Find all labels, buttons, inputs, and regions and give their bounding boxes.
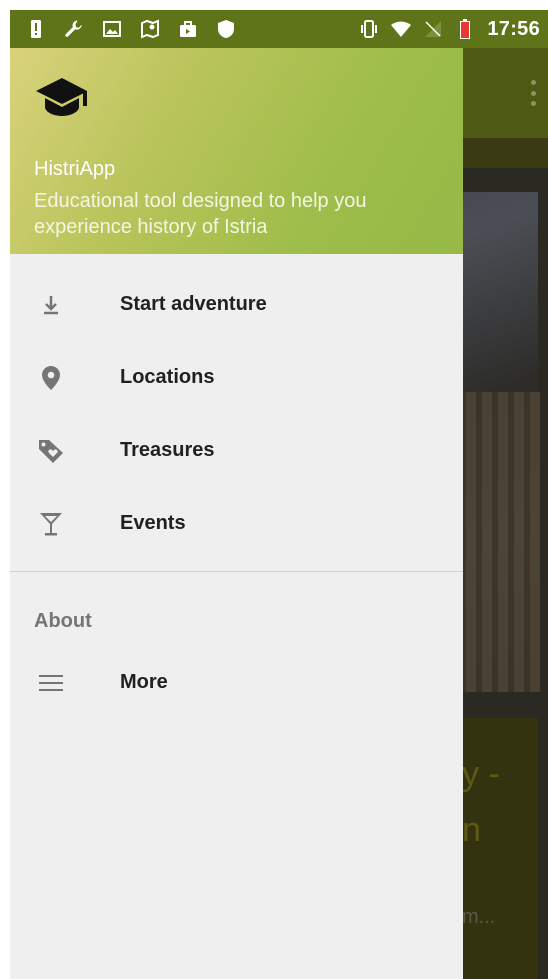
image-icon <box>102 19 122 39</box>
battery-low-icon <box>455 19 475 39</box>
briefcase-icon <box>178 19 198 39</box>
shield-icon <box>216 19 236 39</box>
app-description: Educational tool designed to help you ex… <box>34 190 367 238</box>
tag-heart-icon <box>36 436 66 466</box>
nav-item-locations[interactable]: Locations <box>10 341 463 414</box>
vibrate-icon <box>359 19 379 39</box>
menu-lines-icon <box>36 668 66 698</box>
nav-item-label: Locations <box>120 366 215 388</box>
alert-icon <box>26 19 46 39</box>
status-time: 17:56 <box>487 17 540 40</box>
nav-item-label: Treasures <box>120 439 215 461</box>
nav-item-events[interactable]: Events <box>10 487 463 560</box>
navigation-drawer: HistriApp Educational tool designed to h… <box>10 48 463 979</box>
graduation-cap-icon <box>34 76 90 120</box>
wifi-icon <box>391 19 412 39</box>
status-icons-right: 17:56 <box>359 10 548 48</box>
background-card-subtitle: m... <box>462 906 496 928</box>
section-title-about: About <box>34 610 92 632</box>
nav-item-label: Events <box>120 512 186 534</box>
cocktail-glass-icon <box>36 509 66 539</box>
wrench-icon <box>64 19 84 39</box>
nav-item-label: More <box>120 671 168 693</box>
nav-item-treasures[interactable]: Treasures <box>10 414 463 487</box>
screen: y - n m... 17:56 HistriApp Educational t… <box>10 10 548 979</box>
nav-item-more[interactable]: More <box>10 646 463 719</box>
background-card-title: y - n <box>462 755 500 849</box>
map-icon <box>140 19 160 39</box>
drawer-nav-list: Start adventure Locations Treasures Even… <box>10 268 463 560</box>
app-name: HistriApp <box>34 158 116 180</box>
download-arrow-icon <box>36 290 66 320</box>
drawer-section-list: More <box>10 646 463 719</box>
nav-item-label: Start adventure <box>120 293 267 315</box>
location-pin-icon <box>36 363 66 393</box>
arena-stone-texture <box>450 392 540 692</box>
no-sim-icon <box>423 19 443 39</box>
status-icons-left <box>26 10 236 48</box>
nav-item-start-adventure[interactable]: Start adventure <box>10 268 463 341</box>
drawer-divider <box>10 571 463 572</box>
status-bar: 17:56 <box>10 10 548 48</box>
drawer-header: HistriApp Educational tool designed to h… <box>10 48 463 254</box>
overflow-menu-icon <box>530 80 536 106</box>
